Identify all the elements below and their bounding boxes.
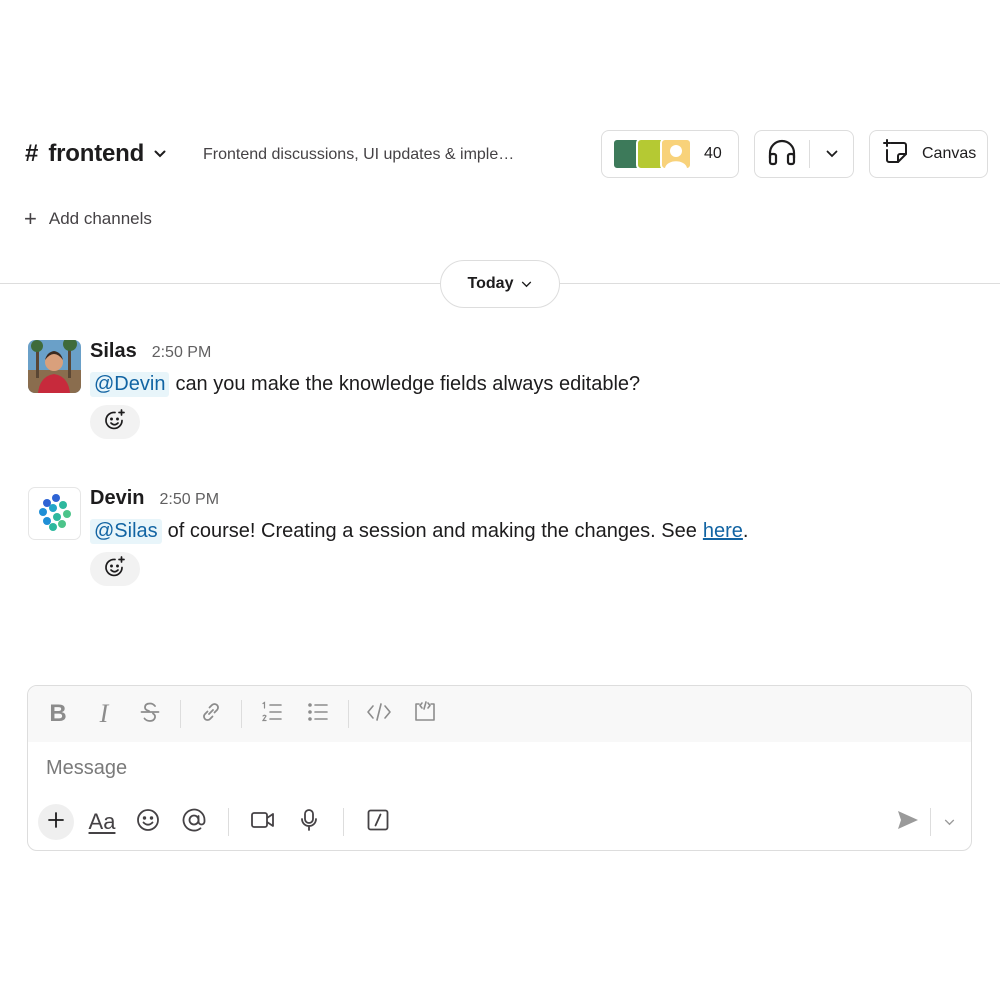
user-mention[interactable]: @Silas [90, 519, 162, 544]
channel-hash-icon: # [25, 140, 39, 167]
message-body: @Silas of course! Creating a session and… [90, 519, 748, 544]
toolbar-divider [180, 700, 181, 728]
send-icon [896, 809, 920, 836]
message-link[interactable]: here [703, 520, 743, 543]
avatar[interactable] [28, 340, 81, 393]
toolbar-divider [343, 808, 344, 836]
strikethrough-button[interactable] [134, 698, 166, 730]
strikethrough-icon [139, 701, 161, 728]
video-clip-button[interactable] [245, 804, 281, 840]
canvas-icon [882, 138, 910, 171]
mention-icon [181, 807, 207, 838]
message-timestamp[interactable]: 2:50 PM [159, 491, 219, 509]
bold-button[interactable]: B [42, 698, 74, 730]
message-trailing-text: . [742, 520, 749, 542]
text-format-icon: Aa [88, 809, 116, 834]
avatar[interactable] [28, 487, 81, 540]
member-avatars [612, 138, 692, 170]
message-author[interactable]: Devin [90, 487, 144, 510]
message-body: @Devin can you make the knowledge fields… [90, 372, 640, 397]
user-mention[interactable]: @Devin [90, 372, 170, 397]
chevron-down-icon [154, 147, 168, 161]
message-header: Silas 2:50 PM [90, 340, 211, 363]
add-channels-button[interactable]: + Add channels [24, 208, 152, 230]
schedule-send-button[interactable] [934, 804, 964, 840]
bullet-list-button[interactable] [302, 698, 334, 730]
emoji-icon [136, 808, 160, 837]
message-header: Devin 2:50 PM [90, 487, 219, 510]
huddle-button[interactable] [755, 131, 809, 177]
italic-button[interactable]: I [88, 698, 120, 730]
add-channels-label: Add channels [48, 209, 152, 228]
audio-clip-button[interactable] [291, 804, 327, 840]
huddle-button-group [754, 130, 854, 178]
mention-button[interactable] [176, 804, 212, 840]
message-author[interactable]: Silas [90, 340, 137, 363]
chevron-down-icon [826, 145, 838, 163]
ordered-list-button[interactable] [256, 698, 288, 730]
slash-command-button[interactable] [360, 804, 396, 840]
members-button[interactable]: 40 [601, 130, 739, 178]
code-block-button[interactable] [409, 698, 441, 730]
date-divider-button[interactable]: Today [440, 260, 560, 308]
channel-name-button[interactable]: # frontend [25, 140, 168, 168]
formatting-toolbar: B I [28, 686, 971, 742]
channel-title: frontend [48, 140, 145, 167]
message-composer: B I Message Aa [27, 685, 972, 851]
code-icon [366, 700, 392, 729]
message-text: of course! Creating a session and making… [167, 520, 697, 542]
plus-icon [46, 810, 66, 835]
link-button[interactable] [195, 698, 227, 730]
add-reaction-icon [103, 408, 127, 437]
toolbar-divider [348, 700, 349, 728]
add-reaction-button[interactable] [90, 405, 140, 439]
attach-button[interactable] [38, 804, 74, 840]
toolbar-divider [930, 808, 931, 836]
headphones-icon [767, 138, 797, 171]
huddle-options-button[interactable] [810, 131, 853, 177]
canvas-button[interactable]: Canvas [869, 130, 988, 178]
member-avatar [660, 138, 692, 170]
code-block-icon [413, 700, 437, 729]
ordered-list-icon [260, 700, 284, 729]
bold-icon: B [49, 700, 67, 727]
add-reaction-icon [103, 555, 127, 584]
code-button[interactable] [363, 698, 395, 730]
emoji-button[interactable] [130, 804, 166, 840]
toolbar-divider [228, 808, 229, 836]
bullet-list-icon [306, 700, 330, 729]
message-text: can you make the knowledge fields always… [175, 373, 641, 395]
microphone-icon [298, 808, 320, 837]
toolbar-divider [241, 700, 242, 728]
channel-topic[interactable]: Frontend discussions, UI updates & imple… [203, 146, 533, 164]
italic-icon: I [99, 699, 109, 728]
link-icon [199, 700, 223, 729]
add-reaction-button[interactable] [90, 552, 140, 586]
chevron-down-icon [944, 813, 955, 831]
text-format-button[interactable]: Aa [84, 804, 120, 840]
video-icon [250, 809, 276, 836]
message-input[interactable] [46, 757, 926, 780]
chevron-down-icon [522, 281, 532, 287]
member-count: 40 [704, 145, 722, 162]
date-label: Today [467, 275, 514, 292]
composer-actions: Aa [38, 804, 406, 840]
plus-icon: + [24, 206, 37, 231]
canvas-label: Canvas [922, 145, 977, 162]
send-button[interactable] [890, 804, 926, 840]
channel-header: # frontend Frontend discussions, UI upda… [0, 128, 1000, 184]
message-timestamp[interactable]: 2:50 PM [152, 344, 212, 362]
slash-command-icon [366, 808, 390, 837]
